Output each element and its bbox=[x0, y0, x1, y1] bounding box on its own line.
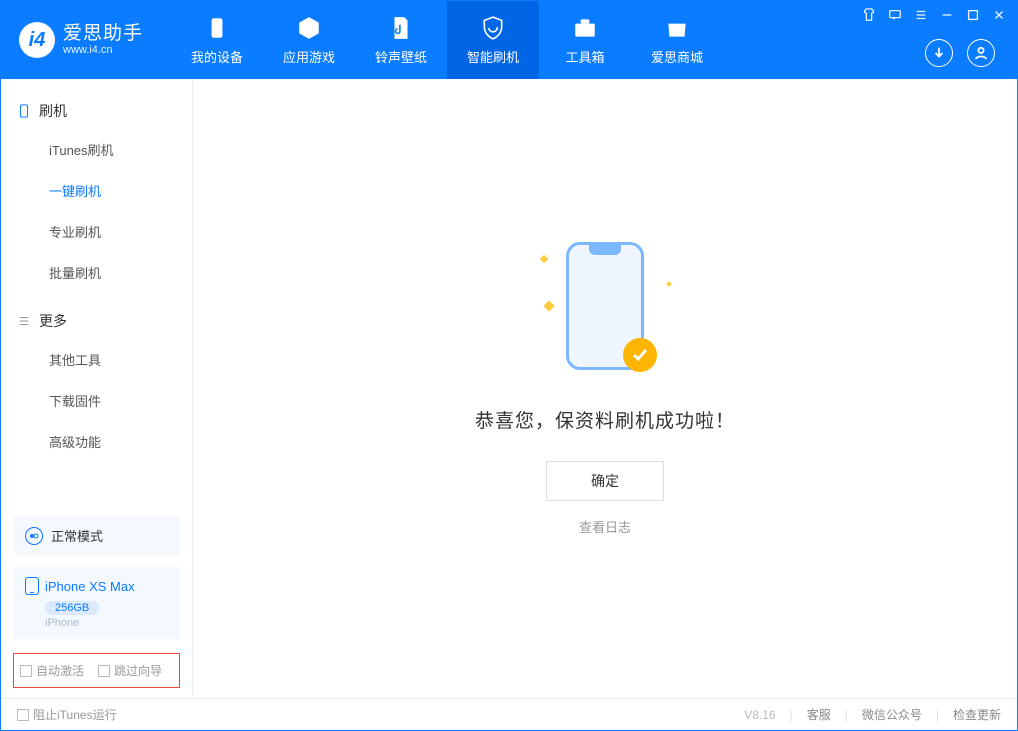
customer-service-link[interactable]: 客服 bbox=[807, 706, 831, 723]
tab-label: 我的设备 bbox=[191, 47, 243, 66]
section-title: 刷机 bbox=[39, 101, 67, 121]
sparkle-icon bbox=[543, 300, 554, 311]
sidebar-item-other-tools[interactable]: 其他工具 bbox=[1, 339, 192, 380]
device-capacity-badge: 256GB bbox=[45, 601, 99, 615]
checkbox-icon bbox=[17, 709, 29, 721]
checkbox-icon bbox=[20, 665, 32, 677]
main-tabs: 我的设备 应用游戏 铃声壁纸 智能刷机 工具箱 爱思商城 bbox=[171, 1, 723, 79]
phone-outline-icon bbox=[17, 104, 31, 118]
device-name: iPhone XS Max bbox=[45, 579, 135, 594]
sparkle-icon bbox=[540, 254, 548, 262]
tab-label: 工具箱 bbox=[566, 47, 605, 66]
app-title: 爱思助手 bbox=[63, 24, 143, 45]
section-title: 更多 bbox=[39, 311, 67, 331]
sidebar-section-more: 更多 bbox=[1, 303, 192, 339]
view-log-link[interactable]: 查看日志 bbox=[579, 517, 631, 536]
window-controls bbox=[861, 7, 1007, 23]
list-icon bbox=[17, 314, 31, 328]
mode-label: 正常模式 bbox=[51, 526, 103, 545]
tab-toolbox[interactable]: 工具箱 bbox=[539, 1, 631, 79]
music-file-icon bbox=[388, 15, 414, 41]
device-icon bbox=[204, 15, 230, 41]
sidebar-item-itunes-flash[interactable]: iTunes刷机 bbox=[1, 129, 192, 170]
device-mode-panel[interactable]: 正常模式 bbox=[13, 516, 180, 555]
device-type: iPhone bbox=[45, 617, 168, 629]
sparkle-icon bbox=[666, 281, 672, 287]
ok-button[interactable]: 确定 bbox=[546, 461, 664, 501]
cube-icon bbox=[296, 15, 322, 41]
checkmark-badge-icon bbox=[623, 338, 657, 372]
option-block-itunes[interactable]: 阻止iTunes运行 bbox=[17, 706, 117, 723]
check-update-link[interactable]: 检查更新 bbox=[953, 706, 1001, 723]
menu-icon[interactable] bbox=[913, 7, 929, 23]
version-label: V8.16 bbox=[744, 708, 775, 722]
close-icon[interactable] bbox=[991, 7, 1007, 23]
option-auto-activate[interactable]: 自动激活 bbox=[20, 662, 84, 679]
wechat-link[interactable]: 微信公众号 bbox=[862, 706, 922, 723]
option-label: 阻止iTunes运行 bbox=[33, 706, 117, 723]
option-skip-guide[interactable]: 跳过向导 bbox=[98, 662, 162, 679]
tab-smart-flash[interactable]: 智能刷机 bbox=[447, 1, 539, 79]
flash-options-box: 自动激活 跳过向导 bbox=[13, 653, 180, 688]
status-bar: 阻止iTunes运行 V8.16 | 客服 | 微信公众号 | 检查更新 bbox=[1, 698, 1017, 730]
sidebar-item-download-firmware[interactable]: 下载固件 bbox=[1, 380, 192, 421]
sidebar-item-advanced[interactable]: 高级功能 bbox=[1, 421, 192, 462]
option-label: 跳过向导 bbox=[114, 662, 162, 679]
feedback-icon[interactable] bbox=[887, 7, 903, 23]
app-header: i4 爱思助手 www.i4.cn 我的设备 应用游戏 铃声壁纸 智能刷机 工具… bbox=[1, 1, 1017, 79]
tab-label: 智能刷机 bbox=[467, 47, 519, 66]
tab-apps-games[interactable]: 应用游戏 bbox=[263, 1, 355, 79]
device-info-panel[interactable]: iPhone XS Max 256GB iPhone bbox=[13, 567, 180, 639]
sidebar-item-batch-flash[interactable]: 批量刷机 bbox=[1, 252, 192, 293]
tab-store[interactable]: 爱思商城 bbox=[631, 1, 723, 79]
app-body: 刷机 iTunes刷机 一键刷机 专业刷机 批量刷机 更多 其他工具 下载固件 … bbox=[1, 79, 1017, 698]
maximize-icon[interactable] bbox=[965, 7, 981, 23]
logo-icon: i4 bbox=[19, 22, 55, 58]
download-icon[interactable] bbox=[925, 39, 953, 67]
app-logo: i4 爱思助手 www.i4.cn bbox=[1, 22, 161, 58]
tab-label: 铃声壁纸 bbox=[375, 47, 427, 66]
store-icon bbox=[664, 15, 690, 41]
app-subtitle: www.i4.cn bbox=[63, 44, 143, 56]
tab-label: 爱思商城 bbox=[651, 47, 703, 66]
minimize-icon[interactable] bbox=[939, 7, 955, 23]
tab-ringtones-wallpapers[interactable]: 铃声壁纸 bbox=[355, 1, 447, 79]
phone-icon bbox=[25, 577, 39, 595]
sidebar-item-pro-flash[interactable]: 专业刷机 bbox=[1, 211, 192, 252]
sidebar: 刷机 iTunes刷机 一键刷机 专业刷机 批量刷机 更多 其他工具 下载固件 … bbox=[1, 79, 193, 698]
mode-icon bbox=[25, 527, 43, 545]
option-label: 自动激活 bbox=[36, 662, 84, 679]
toolbox-icon bbox=[572, 15, 598, 41]
sidebar-item-oneclick-flash[interactable]: 一键刷机 bbox=[1, 170, 192, 211]
tab-label: 应用游戏 bbox=[283, 47, 335, 66]
checkbox-icon bbox=[98, 665, 110, 677]
user-icon[interactable] bbox=[967, 39, 995, 67]
success-message: 恭喜您，保资料刷机成功啦！ bbox=[475, 406, 735, 433]
sidebar-section-flash: 刷机 bbox=[1, 93, 192, 129]
success-graphic bbox=[545, 242, 665, 382]
skin-icon[interactable] bbox=[861, 7, 877, 23]
tab-my-device[interactable]: 我的设备 bbox=[171, 1, 263, 79]
refresh-shield-icon bbox=[480, 15, 506, 41]
header-actions bbox=[925, 39, 995, 67]
main-content: 恭喜您，保资料刷机成功啦！ 确定 查看日志 bbox=[193, 79, 1017, 698]
